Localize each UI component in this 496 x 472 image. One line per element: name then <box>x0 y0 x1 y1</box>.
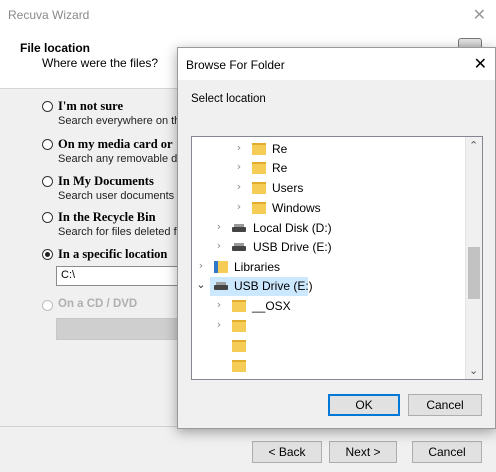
option-media-card-desc: Search any removable dr <box>58 153 181 165</box>
ok-button[interactable]: OK <box>328 394 400 416</box>
tree-item[interactable]: › USB Drive (E:) <box>192 238 466 257</box>
tree-item-label: Re <box>272 142 288 156</box>
expand-icon[interactable]: › <box>214 220 224 233</box>
scroll-down-icon[interactable]: ⌄ <box>469 364 478 377</box>
option-not-sure-desc: Search everywhere on th <box>58 115 181 127</box>
drive-icon <box>214 282 228 290</box>
tree-scrollbar[interactable]: ⌃ ⌄ <box>465 137 482 379</box>
dialog-close-icon[interactable]: ✕ <box>474 54 487 73</box>
tree-item-label: USB Drive (E:) <box>234 279 313 293</box>
back-button[interactable]: < Back <box>252 441 322 463</box>
folder-icon <box>252 202 266 214</box>
folder-icon <box>252 182 266 194</box>
dialog-titlebar: Browse For Folder ✕ <box>178 48 495 80</box>
radio-cd-dvd <box>42 300 53 311</box>
tree-item-label: Local Disk (D:) <box>253 221 332 235</box>
folder-icon <box>232 360 246 372</box>
tree-item-label: Re <box>272 161 288 175</box>
tree-item[interactable]: › Libraries <box>192 258 466 277</box>
tree-item[interactable] <box>192 337 466 356</box>
expand-icon[interactable]: › <box>234 141 244 154</box>
wizard-title: Recuva Wizard <box>8 8 90 22</box>
expand-icon[interactable]: › <box>234 160 244 173</box>
tree-item[interactable]: › Re <box>192 140 466 159</box>
option-recycle-bin-desc: Search for files deleted fi <box>58 226 180 238</box>
expand-icon[interactable]: › <box>196 259 206 272</box>
folder-icon <box>232 340 246 352</box>
tree-item-selected[interactable]: ⌄ USB Drive (E:) <box>196 277 313 296</box>
browse-for-folder-dialog: Browse For Folder ✕ Select location › Re… <box>177 47 496 429</box>
folder-tree[interactable]: › Re › Re › Users › Windows › Local Disk… <box>191 136 483 380</box>
option-recycle-bin-label: In the Recycle Bin <box>58 210 156 224</box>
expand-icon[interactable]: › <box>234 200 244 213</box>
wizard-titlebar: Recuva Wizard ✕ <box>0 0 496 30</box>
tree-item[interactable] <box>192 357 466 376</box>
folder-icon <box>252 162 266 174</box>
tree-item-label: Users <box>272 181 304 195</box>
wizard-close-icon[interactable]: ✕ <box>473 5 486 24</box>
tree-item-label: __OSX <box>252 299 291 313</box>
tree-item[interactable]: › <box>192 317 466 336</box>
tree-item-label: Windows <box>272 201 321 215</box>
dialog-title: Browse For Folder <box>186 58 285 72</box>
tree-item[interactable]: › Re <box>192 159 466 178</box>
folder-icon <box>252 143 266 155</box>
option-specific-location-label: In a specific location <box>58 247 168 261</box>
option-my-documents-label: In My Documents <box>58 174 154 188</box>
collapse-icon[interactable]: ⌄ <box>196 278 206 291</box>
drive-icon <box>232 224 246 232</box>
next-button[interactable]: Next > <box>329 441 397 463</box>
location-path-field[interactable]: C:\ <box>56 266 184 286</box>
expand-icon[interactable]: › <box>214 239 224 252</box>
tree-item[interactable]: › Users <box>192 179 466 198</box>
tree-item[interactable]: › Windows <box>192 199 466 218</box>
expand-icon[interactable]: › <box>234 180 244 193</box>
option-media-card-label: On my media card or <box>58 137 173 151</box>
dialog-cancel-button[interactable]: Cancel <box>408 394 482 416</box>
select-location-label: Select location <box>191 93 266 105</box>
step-subtitle: Where were the files? <box>42 56 159 70</box>
scroll-thumb[interactable] <box>468 247 480 299</box>
libraries-icon <box>214 261 228 273</box>
expand-icon[interactable]: › <box>214 318 224 331</box>
expand-icon[interactable]: › <box>214 298 224 311</box>
wizard-cancel-button[interactable]: Cancel <box>412 441 482 463</box>
tree-item[interactable]: › Local Disk (D:) <box>192 219 466 238</box>
scroll-up-icon[interactable]: ⌃ <box>469 139 478 152</box>
option-not-sure-label: I'm not sure <box>58 99 124 113</box>
option-cd-dvd-label: On a CD / DVD <box>58 298 138 310</box>
radio-media-card[interactable] <box>42 139 53 150</box>
tree-item[interactable]: › __OSX <box>192 297 466 316</box>
cd-drive-select <box>56 318 184 340</box>
folder-icon <box>232 300 246 312</box>
step-title: File location <box>20 41 91 55</box>
radio-recycle-bin[interactable] <box>42 212 53 223</box>
radio-my-documents[interactable] <box>42 176 53 187</box>
option-my-documents-desc: Search user documents f <box>58 190 181 202</box>
tree-item-label: USB Drive (E:) <box>253 240 332 254</box>
drive-icon <box>232 243 246 251</box>
tree-item-label: Libraries <box>234 260 281 274</box>
folder-icon <box>232 320 246 332</box>
radio-specific-location[interactable] <box>42 249 53 260</box>
radio-not-sure[interactable] <box>42 101 53 112</box>
